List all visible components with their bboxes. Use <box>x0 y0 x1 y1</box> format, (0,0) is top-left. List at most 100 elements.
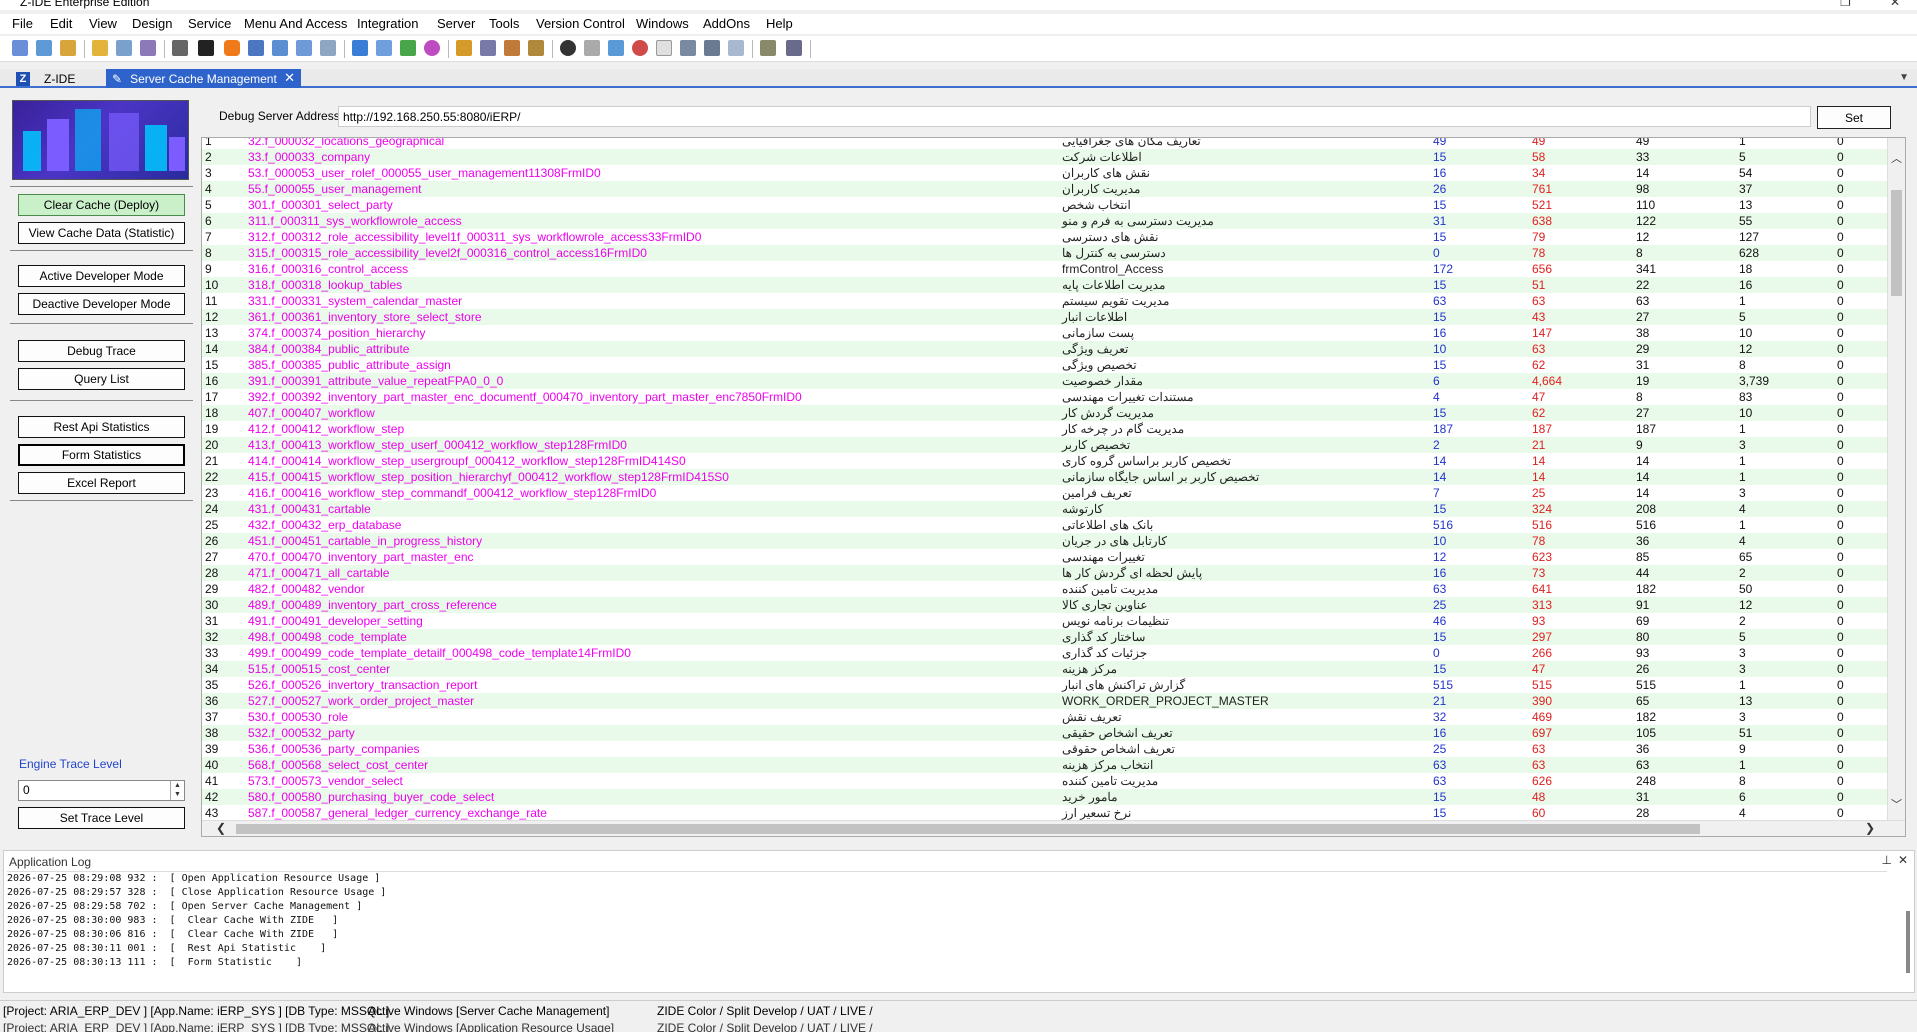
toolbar-chart-icon[interactable] <box>632 40 648 56</box>
form-statistics-button[interactable]: Form Statistics <box>18 444 185 466</box>
scroll-up-icon[interactable]: ︿ <box>1891 150 1902 166</box>
table-row[interactable]: 31 491.f_000491_developer_setting تنظیمات … <box>202 613 1887 629</box>
table-row[interactable]: 39 536.f_000536_party_companies تعریف اشخا… <box>202 741 1887 757</box>
table-row[interactable]: 12 361.f_000361_inventory_store_select_st… <box>202 309 1887 325</box>
set-button[interactable]: Set <box>1817 106 1891 129</box>
close-log-icon[interactable]: ✕ <box>1898 853 1908 867</box>
toolbar-database-icon[interactable] <box>92 40 108 56</box>
table-row[interactable]: 29 482.f_000482_vendor مدیریت تامین کننده 6… <box>202 581 1887 597</box>
clear-cache-button[interactable]: Clear Cache (Deploy) <box>18 194 185 216</box>
table-row[interactable]: 21 414.f_000414_workflow_step_usergroupf_… <box>202 453 1887 469</box>
table-row[interactable]: 43 587.f_000587_general_ledger_currency_e… <box>202 805 1887 821</box>
active-developer-mode-button[interactable]: Active Developer Mode <box>18 265 185 287</box>
table-row[interactable]: 27 470.f_000470_inventory_part_master_enc… <box>202 549 1887 565</box>
toolbar-form-icon[interactable] <box>36 40 52 56</box>
tab-server-cache-management[interactable]: ✎ Server Cache Management ✕ <box>106 69 301 88</box>
table-row[interactable]: 8 315.f_000315_role_accessibility_level2f… <box>202 245 1887 261</box>
tab-zide[interactable]: Z Z-IDE <box>10 70 81 87</box>
query-list-button[interactable]: Query List <box>18 368 185 390</box>
table-row[interactable]: 7 312.f_000312_role_accessibility_level1f… <box>202 229 1887 245</box>
log-scrollbar[interactable] <box>1906 911 1910 973</box>
table-row[interactable]: 33 499.f_000499_code_template_detailf_000… <box>202 645 1887 661</box>
table-row[interactable]: 26 451.f_000451_cartable_in_progress_hist… <box>202 533 1887 549</box>
table-row[interactable]: 36 527.f_000527_work_order_project_master… <box>202 693 1887 709</box>
table-row[interactable]: 40 568.f_000568_select_cost_center انتخاب … <box>202 757 1887 773</box>
toolbar-tree-icon[interactable] <box>352 40 368 56</box>
table-row[interactable]: 30 489.f_000489_inventory_part_cross_refe… <box>202 597 1887 613</box>
table-row[interactable]: 24 431.f_000431_cartable کارتوشه 15 324 208 4 0 <box>202 501 1887 517</box>
toolbar-image-off-icon[interactable] <box>728 40 744 56</box>
toolbar-image-icon[interactable] <box>608 40 624 56</box>
toolbar-globe-icon[interactable] <box>424 40 440 56</box>
toolbar-anchor-icon[interactable] <box>786 40 802 56</box>
menu-edit[interactable]: Edit <box>50 16 72 31</box>
menu-help[interactable]: Help <box>766 16 793 31</box>
table-row[interactable]: 2 33.f_000033_company اطلاعات شرکت 15 58 33 5 0 <box>202 149 1887 165</box>
table-row[interactable]: 42 580.f_000580_purchasing_buyer_code_sel… <box>202 789 1887 805</box>
toolbar-display-icon[interactable] <box>296 40 312 56</box>
toolbar-refresh-icon[interactable] <box>560 40 576 56</box>
table-row[interactable]: 41 573.f_000573_vendor_select مدیریت تامین… <box>202 773 1887 789</box>
toolbar-grid-icon[interactable] <box>704 40 720 56</box>
toolbar-list-icon[interactable] <box>680 40 696 56</box>
table-row[interactable]: 19 412.f_000412_workflow_step مدیریت گام د… <box>202 421 1887 437</box>
toolbar-monitor-icon[interactable] <box>272 40 288 56</box>
table-row[interactable]: 5 301.f_000301_select_party انتخاب شخص 15 52… <box>202 197 1887 213</box>
table-row[interactable]: 10 318.f_000318_lookup_tables مدیریت اطلاع… <box>202 277 1887 293</box>
table-row[interactable]: 34 515.f_000515_cost_center مرکز هزینه 15 47… <box>202 661 1887 677</box>
trace-level-stepper[interactable]: 0 ▲ ▼ <box>18 780 185 801</box>
menu-design[interactable]: Design <box>132 16 172 31</box>
vertical-scrollbar[interactable]: ︿ ﹀ <box>1887 138 1905 820</box>
toolbar-window-icon[interactable] <box>248 40 264 56</box>
toolbar-key-icon[interactable] <box>528 40 544 56</box>
stepper-arrows-icon[interactable]: ▲ ▼ <box>170 781 184 800</box>
toolbar-tools-icon[interactable] <box>140 40 156 56</box>
table-row[interactable]: 23 416.f_000416_workflow_step_commandf_00… <box>202 485 1887 501</box>
set-trace-level-button[interactable]: Set Trace Level <box>18 807 185 829</box>
table-row[interactable]: 17 392.f_000392_inventory_part_master_enc… <box>202 389 1887 405</box>
table-row[interactable]: 4 55.f_000055_user_management مدیریت کاربر… <box>202 181 1887 197</box>
table-row[interactable]: 25 432.f_000432_erp_database بانک های اطلا… <box>202 517 1887 533</box>
toolbar-network-icon[interactable] <box>400 40 416 56</box>
menu-tools[interactable]: Tools <box>489 16 519 31</box>
menu-server[interactable]: Server <box>437 16 475 31</box>
toolbar-console-icon[interactable] <box>198 40 214 56</box>
toolbar-blank-icon[interactable] <box>656 40 672 56</box>
table-row[interactable]: 13 374.f_000374_position_hierarchy پست ساز… <box>202 325 1887 341</box>
menu-file[interactable]: File <box>12 16 33 31</box>
table-row[interactable]: 32 498.f_000498_code_template ساختار کد گذ… <box>202 629 1887 645</box>
table-row[interactable]: 9 316.f_000316_control_access frmControl_A… <box>202 261 1887 277</box>
deactive-developer-mode-button[interactable]: Deactive Developer Mode <box>18 293 185 315</box>
table-row[interactable]: 16 391.f_000391_attribute_value_repeatFPA… <box>202 373 1887 389</box>
scroll-left-icon[interactable]: ❮ <box>216 821 226 835</box>
scroll-down-icon[interactable]: ﹀ <box>1891 796 1902 812</box>
toolbar-report-icon[interactable] <box>116 40 132 56</box>
toolbar-table-icon[interactable] <box>376 40 392 56</box>
table-row[interactable]: 6 311.f_000311_sys_workflowrole_access مدی… <box>202 213 1887 229</box>
toolbar-hierarchy-icon[interactable] <box>456 40 472 56</box>
scroll-right-icon[interactable]: ❯ <box>1865 821 1875 835</box>
cache-data-grid[interactable]: 1 32.f_000032_locations_geographical تعاری… <box>201 137 1906 837</box>
excel-report-button[interactable]: Excel Report <box>18 472 185 494</box>
table-row[interactable]: 38 532.f_000532_party تعریف اشخاص حقیقی 16 6… <box>202 725 1887 741</box>
toolbar-calc-icon[interactable] <box>320 40 336 56</box>
table-row[interactable]: 14 384.f_000384_public_attribute تعریف ویژ… <box>202 341 1887 357</box>
toolbar-users-icon[interactable] <box>504 40 520 56</box>
menu-windows[interactable]: Windows <box>636 16 689 31</box>
toolbar-script-icon[interactable] <box>172 40 188 56</box>
table-row[interactable]: 35 526.f_000526_invertory_transaction_rep… <box>202 677 1887 693</box>
toolbar-settings-icon[interactable] <box>60 40 76 56</box>
toolbar-export-icon[interactable] <box>760 40 776 56</box>
hscroll-thumb[interactable] <box>236 824 1700 834</box>
table-row[interactable]: 37 530.f_000530_role تعریف نقش 32 469 182 3 0 <box>202 709 1887 725</box>
table-row[interactable]: 20 413.f_000413_workflow_step_userf_00041… <box>202 437 1887 453</box>
debug-server-input[interactable]: http://192.168.250.55:8080/iERP/ <box>338 106 1811 127</box>
pin-icon[interactable]: ⊥ <box>1882 853 1892 867</box>
toolbar-hex-icon[interactable] <box>224 40 240 56</box>
table-row[interactable]: 1 32.f_000032_locations_geographical تعاری… <box>202 138 1887 149</box>
menu-service[interactable]: Service <box>188 16 231 31</box>
table-row[interactable]: 15 385.f_000385_public_attribute_assign تخ… <box>202 357 1887 373</box>
table-row[interactable]: 28 471.f_000471_all_cartable پایش لحظه ای … <box>202 565 1887 581</box>
tab-dropdown-icon[interactable]: ▼ <box>1899 72 1909 83</box>
horizontal-scrollbar[interactable]: ❮ ❯ <box>202 820 1905 836</box>
